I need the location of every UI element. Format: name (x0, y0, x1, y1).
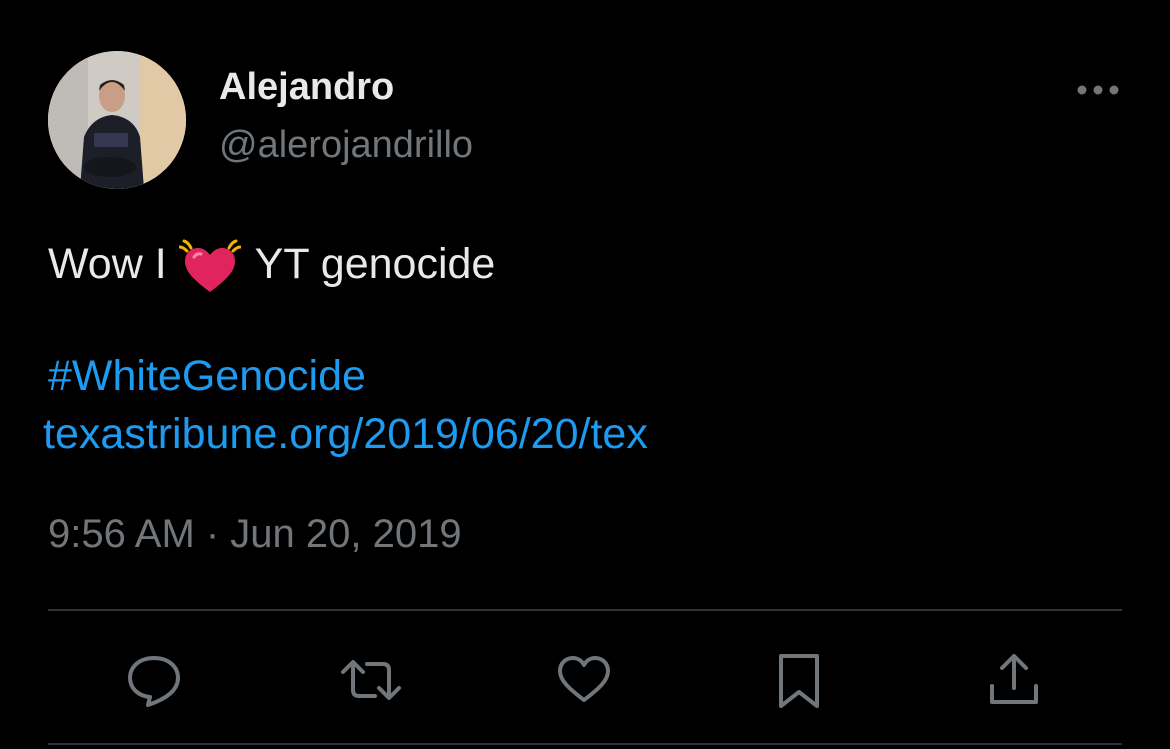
heart-icon (558, 656, 610, 702)
more-options-button[interactable] (1070, 70, 1126, 110)
avatar[interactable] (48, 51, 186, 189)
divider (48, 609, 1122, 611)
tweet: Alejandro @alerojandrillo Wow I YT genoc… (0, 0, 1170, 749)
tweet-text-part-1: Wow I (48, 239, 167, 288)
bookmark-icon (779, 654, 819, 708)
share-icon (990, 654, 1038, 704)
reply-button[interactable] (122, 648, 186, 712)
bookmark-button[interactable] (767, 648, 831, 712)
like-button[interactable] (552, 648, 616, 712)
hashtag-link[interactable]: #WhiteGenocide (48, 352, 366, 401)
author-display-name[interactable]: Alejandro (219, 66, 394, 109)
retweet-icon (341, 660, 401, 700)
tweet-text-part-2: YT genocide (254, 239, 496, 288)
more-icon (1077, 85, 1119, 95)
retweet-button[interactable] (339, 648, 403, 712)
tweet-timestamp[interactable]: 9:56 AM · Jun 20, 2019 (48, 512, 462, 557)
divider (48, 743, 1122, 745)
url-link[interactable]: texastribune.org/2019/06/20/tex (43, 410, 648, 459)
share-button[interactable] (982, 648, 1046, 712)
speech-bubble-icon (128, 656, 180, 707)
author-handle[interactable]: @alerojandrillo (219, 124, 473, 167)
tweet-text: Wow I YT genocide (48, 236, 495, 292)
growing-heart-emoji-icon (178, 238, 242, 294)
